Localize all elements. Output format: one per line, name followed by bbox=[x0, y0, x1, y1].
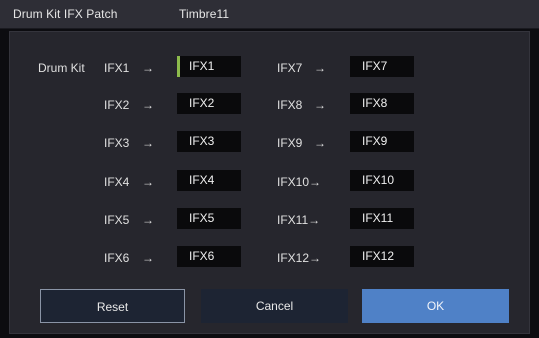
ifx2-destination-field[interactable]: IFX2 bbox=[177, 93, 241, 114]
ifx8-destination-field[interactable]: IFX8 bbox=[350, 93, 414, 114]
arrow-right-icon: → bbox=[314, 61, 326, 75]
ifx8-label: IFX8 bbox=[277, 98, 303, 112]
ifx9-label: IFX9 bbox=[277, 136, 303, 150]
drum-kit-ifx-patch-dialog: Drum Kit IFX Patch Timbre11 Drum Kit IFX… bbox=[0, 0, 539, 338]
title-bar: Drum Kit IFX Patch Timbre11 bbox=[0, 0, 539, 29]
arrow-right-icon: → bbox=[142, 251, 154, 265]
ifx3-label: IFX3 bbox=[104, 136, 130, 150]
arrow-right-icon: → bbox=[142, 61, 154, 75]
drum-kit-label: Drum Kit bbox=[38, 61, 85, 75]
ifx6-destination-field[interactable]: IFX6 bbox=[177, 246, 241, 267]
ifx3-destination-field[interactable]: IFX3 bbox=[177, 131, 241, 152]
reset-button[interactable]: Reset bbox=[40, 289, 185, 323]
ifx11-label: IFX11→ bbox=[277, 213, 321, 227]
ifx10-destination-field[interactable]: IFX10 bbox=[350, 170, 414, 191]
arrow-right-icon: → bbox=[142, 175, 154, 189]
ifx7-label: IFX7 bbox=[277, 61, 303, 75]
ifx1-label: IFX1 bbox=[104, 61, 130, 75]
ifx6-label: IFX6 bbox=[104, 251, 130, 265]
arrow-right-icon: → bbox=[142, 213, 154, 227]
ifx2-label: IFX2 bbox=[104, 98, 130, 112]
ifx5-destination-field[interactable]: IFX5 bbox=[177, 208, 241, 229]
cancel-button[interactable]: Cancel bbox=[201, 289, 348, 323]
ok-button[interactable]: OK bbox=[362, 289, 509, 323]
arrow-right-icon: → bbox=[142, 136, 154, 150]
ifx12-destination-field[interactable]: IFX12 bbox=[350, 246, 414, 267]
ifx12-label: IFX12→ bbox=[277, 251, 322, 265]
timbre-name: Timbre11 bbox=[179, 7, 230, 21]
ifx9-destination-field[interactable]: IFX9 bbox=[350, 131, 414, 152]
ifx4-destination-field[interactable]: IFX4 bbox=[177, 170, 241, 191]
arrow-right-icon: → bbox=[314, 98, 326, 112]
arrow-right-icon: → bbox=[142, 98, 154, 112]
ifx1-destination-field[interactable]: IFX1 bbox=[177, 56, 241, 77]
ifx10-label: IFX10→ bbox=[277, 175, 322, 189]
ifx7-destination-field[interactable]: IFX7 bbox=[350, 56, 414, 77]
dialog-title: Drum Kit IFX Patch bbox=[13, 7, 118, 21]
ifx4-label: IFX4 bbox=[104, 175, 130, 189]
ifx5-label: IFX5 bbox=[104, 213, 130, 227]
ifx11-destination-field[interactable]: IFX11 bbox=[350, 208, 414, 229]
arrow-right-icon: → bbox=[314, 136, 326, 150]
